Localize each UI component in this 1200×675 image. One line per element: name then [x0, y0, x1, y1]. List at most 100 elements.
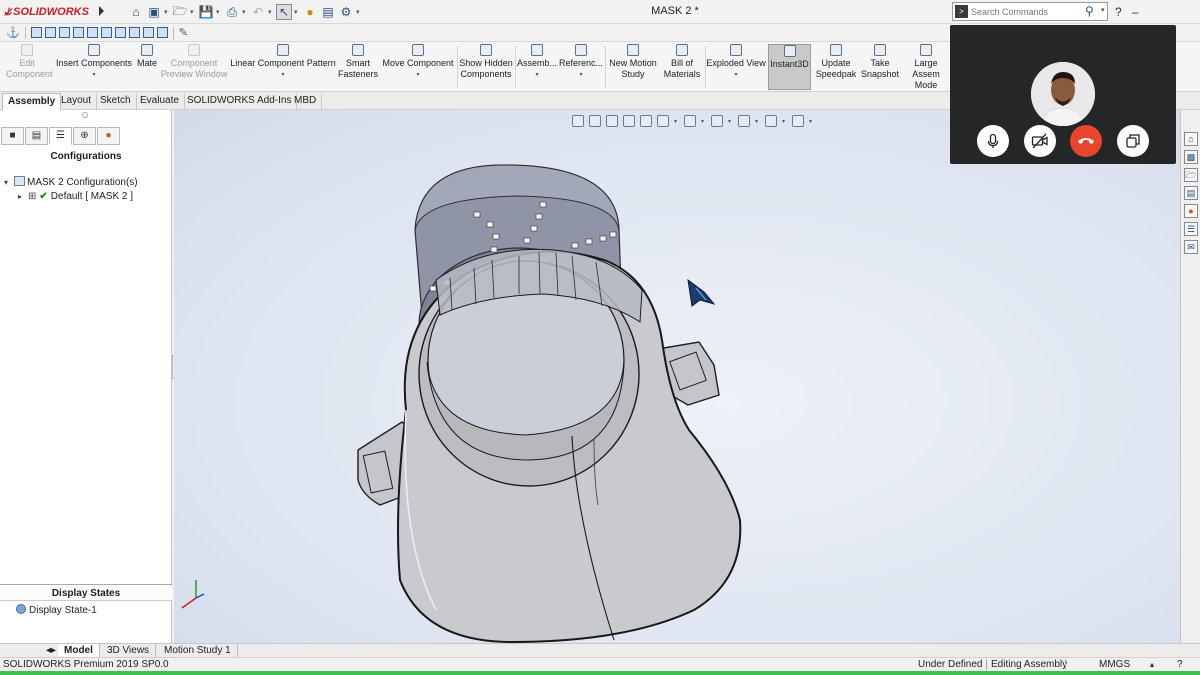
view-trimetric-icon[interactable]: [128, 27, 140, 38]
taskbar-strip: [0, 671, 1200, 675]
assembly-features-button[interactable]: Assemb... ▾: [517, 44, 557, 90]
feature-tree-tab-icon[interactable]: ■: [1, 127, 24, 145]
display-states-header: Display States: [0, 586, 172, 601]
collapse-icon[interactable]: ▾: [4, 178, 14, 187]
view-top-icon[interactable]: [86, 27, 98, 38]
titlebar-right-icons: ? –: [1115, 3, 1138, 21]
update-speedpak-icon: [830, 44, 842, 56]
tab-3d-views[interactable]: 3D Views: [101, 644, 157, 658]
insert-components-button[interactable]: Insert Components ▾: [54, 44, 134, 90]
participant-avatar: [1031, 62, 1095, 126]
dimxpert-tab-icon[interactable]: ⊕: [73, 127, 96, 145]
bill-of-materials-button[interactable]: Bill of Materials: [660, 44, 704, 90]
component-preview-window-button[interactable]: Component Preview Window: [160, 44, 228, 90]
mute-microphone-button[interactable]: [977, 125, 1009, 157]
view-iso-icon[interactable]: [114, 27, 126, 38]
tree-item-label: MASK 2 Configuration(s): [27, 177, 138, 188]
task-pane: ⌂ ▩ 🗁 ▤ ● ☰ ✉: [1180, 110, 1200, 643]
title-bar: ⫝̸ SOLIDWORKS ⌂ ▣ ▾ 🗁 ▾ 💾 ▾ ⎙ ▾ ↶ ▾ ↖ ▾ ● ▤ ⚙ ▾ M…: [0, 0, 1200, 24]
dropdown-arrow-icon[interactable]: ▾: [54, 70, 134, 81]
tab-sketch[interactable]: Sketch: [95, 93, 137, 110]
reference-geometry-button[interactable]: Referenc... ▾: [558, 44, 604, 90]
show-hidden-icon: [480, 44, 492, 56]
coordinate-triad: [181, 580, 205, 609]
view-front-icon[interactable]: [30, 27, 42, 38]
configuration-root[interactable]: ▾ MASK 2 Configuration(s): [4, 176, 138, 188]
graphics-area[interactable]: ▾ ▾ ▾ ▾ ▾ ▾: [174, 110, 1180, 643]
toolbar-separator: [24, 26, 26, 39]
panel-grip[interactable]: [82, 112, 88, 118]
model-tabs: ◂▸ Model 3D Views Motion Study 1: [0, 643, 1200, 658]
anchor-icon[interactable]: ⚓: [6, 26, 20, 39]
tab-layout[interactable]: Layout: [56, 93, 98, 110]
expand-icon[interactable]: ▸: [18, 192, 28, 201]
instant3d-button[interactable]: Instant3D: [768, 44, 811, 90]
property-manager-tab-icon[interactable]: ▤: [25, 127, 48, 145]
unit-system[interactable]: MMGS: [1099, 658, 1130, 671]
move-component-icon: [412, 44, 424, 56]
search-dropdown-icon[interactable]: ▾: [1101, 6, 1105, 14]
view-left-icon[interactable]: [58, 27, 70, 38]
mate-button[interactable]: Mate: [133, 44, 161, 90]
configuration-default[interactable]: ▸ ⊞ ✔ Default [ MASK 2 ]: [18, 191, 133, 202]
product-version: SOLIDWORKS Premium 2019 SP0.0: [3, 659, 169, 670]
active-check-icon: ✔: [39, 191, 48, 202]
help-icon[interactable]: ?: [1115, 5, 1122, 19]
configuration-manager-tab-icon[interactable]: ☰: [49, 127, 72, 145]
dropdown-arrow-icon[interactable]: ▾: [706, 70, 766, 81]
ribbon-separator: [457, 46, 458, 88]
exploded-view-button[interactable]: Exploded View ▾: [706, 44, 766, 90]
camera-off-button[interactable]: [1024, 125, 1056, 157]
mask-3d-model[interactable]: [174, 110, 1180, 643]
bill-of-materials-icon: [676, 44, 688, 56]
view-dimetric-icon[interactable]: [142, 27, 154, 38]
search-icon[interactable]: ⚲: [1085, 4, 1094, 18]
tab-model[interactable]: Model: [58, 644, 100, 658]
search-commands-box[interactable]: > ⚲ ▾: [952, 2, 1108, 21]
large-assembly-mode-button[interactable]: Large Assem Mode: [902, 44, 950, 90]
view-right-icon[interactable]: [72, 27, 84, 38]
design-library-icon[interactable]: ▩: [1184, 150, 1198, 164]
switch-view-button[interactable]: [1117, 125, 1149, 157]
file-explorer-icon[interactable]: 🗁: [1184, 168, 1198, 182]
show-hidden-components-button[interactable]: Show Hidden Components: [459, 44, 513, 90]
solidworks-resources-icon[interactable]: ⌂: [1184, 132, 1198, 146]
minimize-icon[interactable]: –: [1132, 5, 1139, 19]
update-speedpak-button[interactable]: Update Speedpak: [813, 44, 859, 90]
tab-mbd[interactable]: MBD: [289, 93, 323, 110]
video-call-overlay: [950, 25, 1176, 164]
search-commands-input[interactable]: [971, 4, 1083, 19]
motion-study-icon: [627, 44, 639, 56]
dropdown-arrow-icon[interactable]: ▾: [379, 70, 457, 81]
new-motion-study-button[interactable]: New Motion Study: [607, 44, 659, 90]
view-back-icon[interactable]: [44, 27, 56, 38]
custom-properties-icon[interactable]: ☰: [1184, 222, 1198, 236]
panel-divider[interactable]: [0, 584, 172, 585]
tab-assembly[interactable]: Assembly: [2, 93, 62, 110]
dropdown-arrow-icon[interactable]: ▾: [228, 70, 338, 81]
view-bottom-icon[interactable]: [100, 27, 112, 38]
tab-motion-study-1[interactable]: Motion Study 1: [158, 644, 238, 658]
view-palette-icon[interactable]: ▤: [1184, 186, 1198, 200]
dropdown-arrow-icon[interactable]: ▾: [558, 70, 604, 81]
move-component-button[interactable]: Move Component ▾: [379, 44, 457, 90]
appearances-icon[interactable]: ●: [1184, 204, 1198, 218]
pencil-icon[interactable]: ✎: [179, 26, 188, 39]
help-status-icon[interactable]: ?: [1177, 658, 1183, 671]
take-snapshot-button[interactable]: Take Snapshot: [860, 44, 900, 90]
insert-components-icon: [88, 44, 100, 56]
smart-fasteners-button[interactable]: Smart Fasteners: [337, 44, 379, 90]
ribbon-separator: [605, 46, 606, 88]
tab-evaluate[interactable]: Evaluate: [135, 93, 185, 110]
forum-icon[interactable]: ✉: [1184, 240, 1198, 254]
edit-component-button[interactable]: Edit Component: [6, 44, 53, 90]
display-state-item[interactable]: Display State-1: [16, 604, 97, 616]
linear-component-pattern-button[interactable]: Linear Component Pattern ▾: [228, 44, 338, 90]
view-normal-icon[interactable]: [156, 27, 168, 38]
linear-pattern-icon: [277, 44, 289, 56]
dropdown-arrow-icon[interactable]: ▾: [517, 70, 557, 81]
tab-solidworks-add-ins[interactable]: SOLIDWORKS Add-Ins: [182, 93, 298, 110]
end-call-button[interactable]: [1070, 125, 1102, 157]
unit-dropdown-icon[interactable]: ▴: [1150, 658, 1154, 671]
display-manager-tab-icon[interactable]: ●: [97, 127, 120, 145]
